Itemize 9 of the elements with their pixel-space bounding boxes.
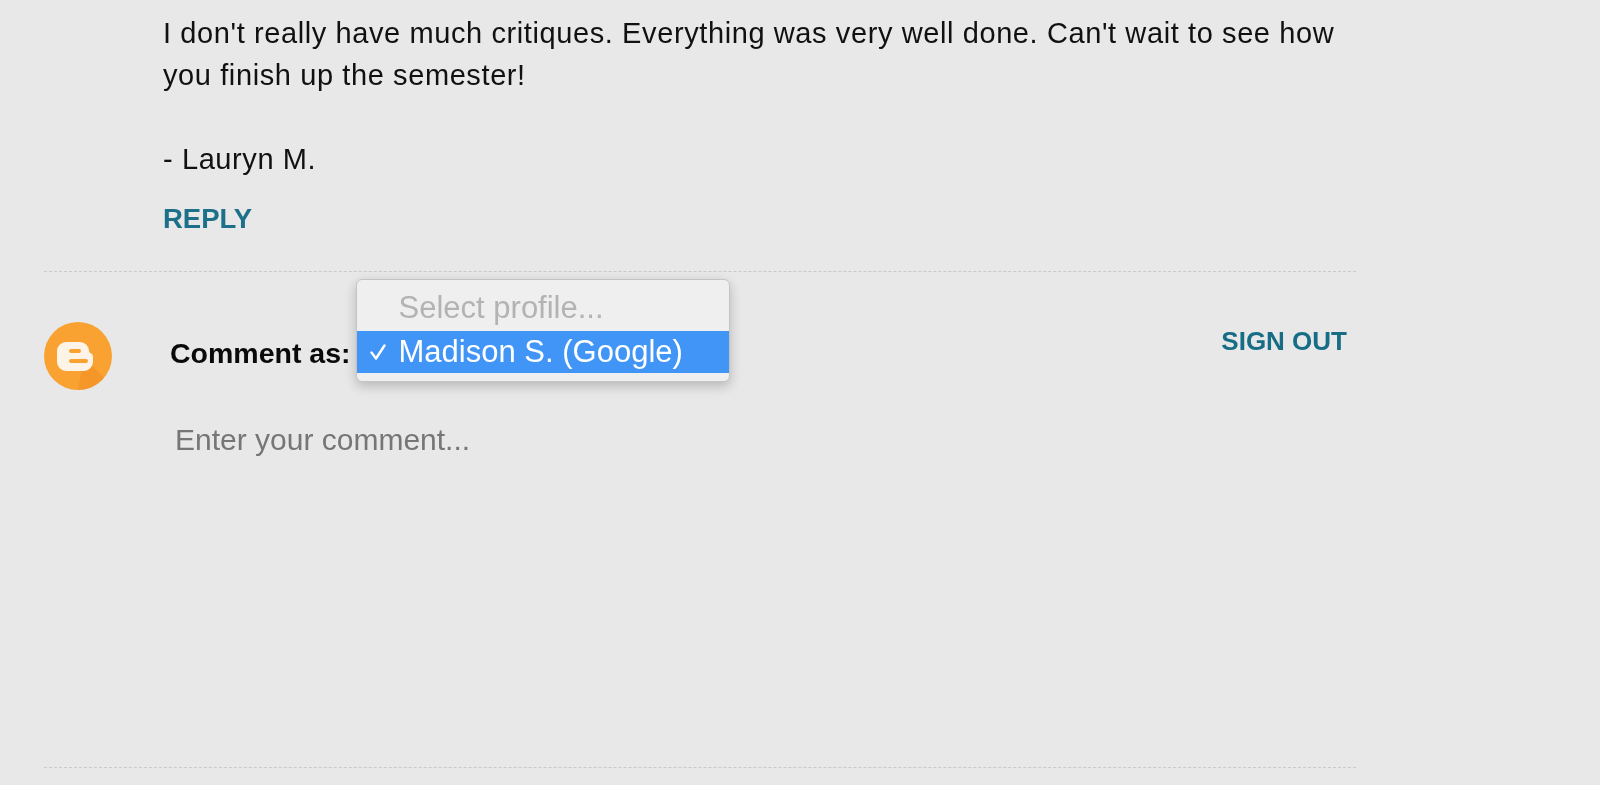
comment-field[interactable]: Enter your comment... bbox=[163, 412, 1356, 759]
reply-link[interactable]: REPLY bbox=[163, 201, 253, 237]
check-icon bbox=[369, 344, 386, 360]
comment-as-label: Comment as: bbox=[170, 336, 351, 370]
comment-text: I don't really have much critiques. Everything was very well done. Can't wait to see how you finish up the semester! bbox=[163, 16, 1336, 93]
sign-out-link[interactable]: SIGN OUT bbox=[1221, 325, 1347, 357]
comment-text: - Lauryn M. bbox=[163, 142, 318, 177]
profile-option[interactable]: Madison S. (Google) bbox=[356, 331, 729, 373]
site-logo-icon bbox=[44, 322, 112, 390]
